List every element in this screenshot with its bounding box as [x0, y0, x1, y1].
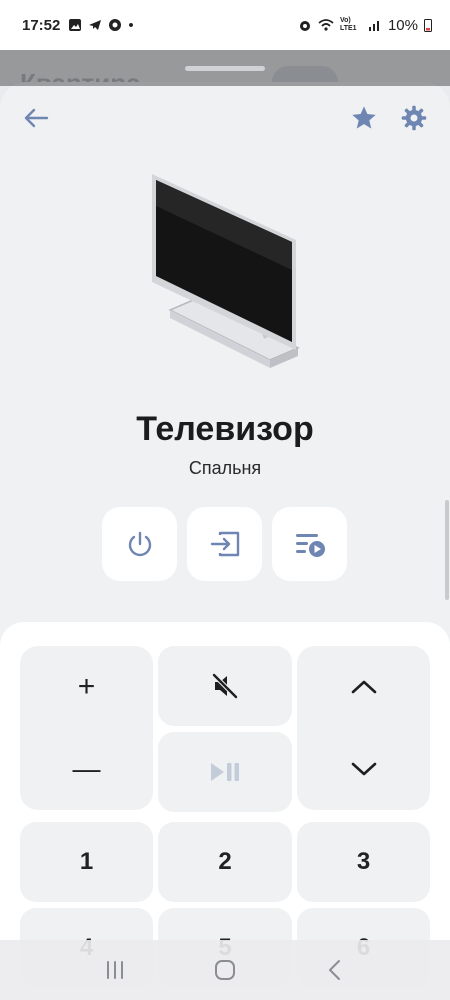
device-room: Спальня [188, 458, 262, 478]
home-button[interactable] [205, 950, 245, 990]
scrollbar[interactable] [445, 500, 449, 600]
arrow-left-icon [24, 108, 49, 128]
input-source-icon [210, 531, 239, 557]
play-pause-button[interactable] [158, 732, 292, 812]
playlist-button[interactable] [272, 507, 347, 581]
volume-down-label: — [72, 753, 101, 784]
channel-up-button[interactable] [297, 646, 430, 728]
system-icons: Vo) LTE1 10% [298, 17, 432, 34]
tv-illustration [152, 174, 300, 368]
recent-apps-button[interactable] [95, 950, 135, 990]
play-pause-icon [211, 763, 239, 781]
gallery-icon [69, 19, 82, 31]
gear-icon [401, 105, 427, 131]
mute-icon [212, 673, 238, 699]
mute-button[interactable] [158, 646, 292, 726]
recent-apps-icon [107, 961, 123, 979]
digit-2-button[interactable]: 2 [158, 822, 292, 902]
network-label: Vo) LTE1 [339, 17, 357, 32]
power-button[interactable] [102, 507, 177, 581]
playlist-icon [295, 534, 325, 557]
digit-label: 2 [218, 848, 232, 875]
power-icon [128, 531, 151, 557]
status-bar: 17:52 • Vo) LTE1 10% [0, 0, 450, 50]
settings-button[interactable] [396, 100, 432, 136]
status-time: 17:52 [22, 16, 61, 34]
wifi-icon [318, 19, 334, 31]
system-back-button[interactable] [315, 950, 355, 990]
channel-down-button[interactable] [297, 728, 430, 810]
back-chevron-icon [329, 960, 340, 980]
app-circle-icon [109, 19, 122, 31]
volume-down-button[interactable]: — [20, 728, 153, 810]
quick-actions [0, 507, 450, 581]
star-icon [352, 106, 376, 129]
notification-icons: • [68, 16, 134, 34]
volume-up-button[interactable]: + [20, 646, 153, 728]
battery-icon [424, 19, 432, 32]
telegram-icon [89, 20, 102, 30]
device-sheet: Телевизор Спальня + — 1 2 3 [0, 82, 450, 1000]
back-button[interactable] [18, 100, 54, 136]
device-title: Телевизор [136, 410, 314, 448]
input-source-button[interactable] [187, 507, 262, 581]
digit-3-button[interactable]: 3 [297, 822, 430, 902]
digit-label: 1 [79, 848, 94, 875]
battery-percent: 10% [387, 16, 418, 34]
digit-label: 3 [356, 848, 371, 875]
signal-icon [368, 21, 379, 31]
digit-1-button[interactable]: 1 [20, 822, 153, 902]
status-dot: • [128, 16, 134, 34]
home-icon [215, 960, 235, 980]
system-nav-bar [0, 940, 450, 1000]
alarm-icon [299, 21, 310, 31]
chevron-up-icon [351, 680, 376, 694]
sheet-grab-handle[interactable] [185, 66, 265, 71]
chevron-down-icon [351, 762, 376, 776]
favorite-button[interactable] [346, 100, 382, 136]
volume-up-label: + [77, 670, 96, 703]
